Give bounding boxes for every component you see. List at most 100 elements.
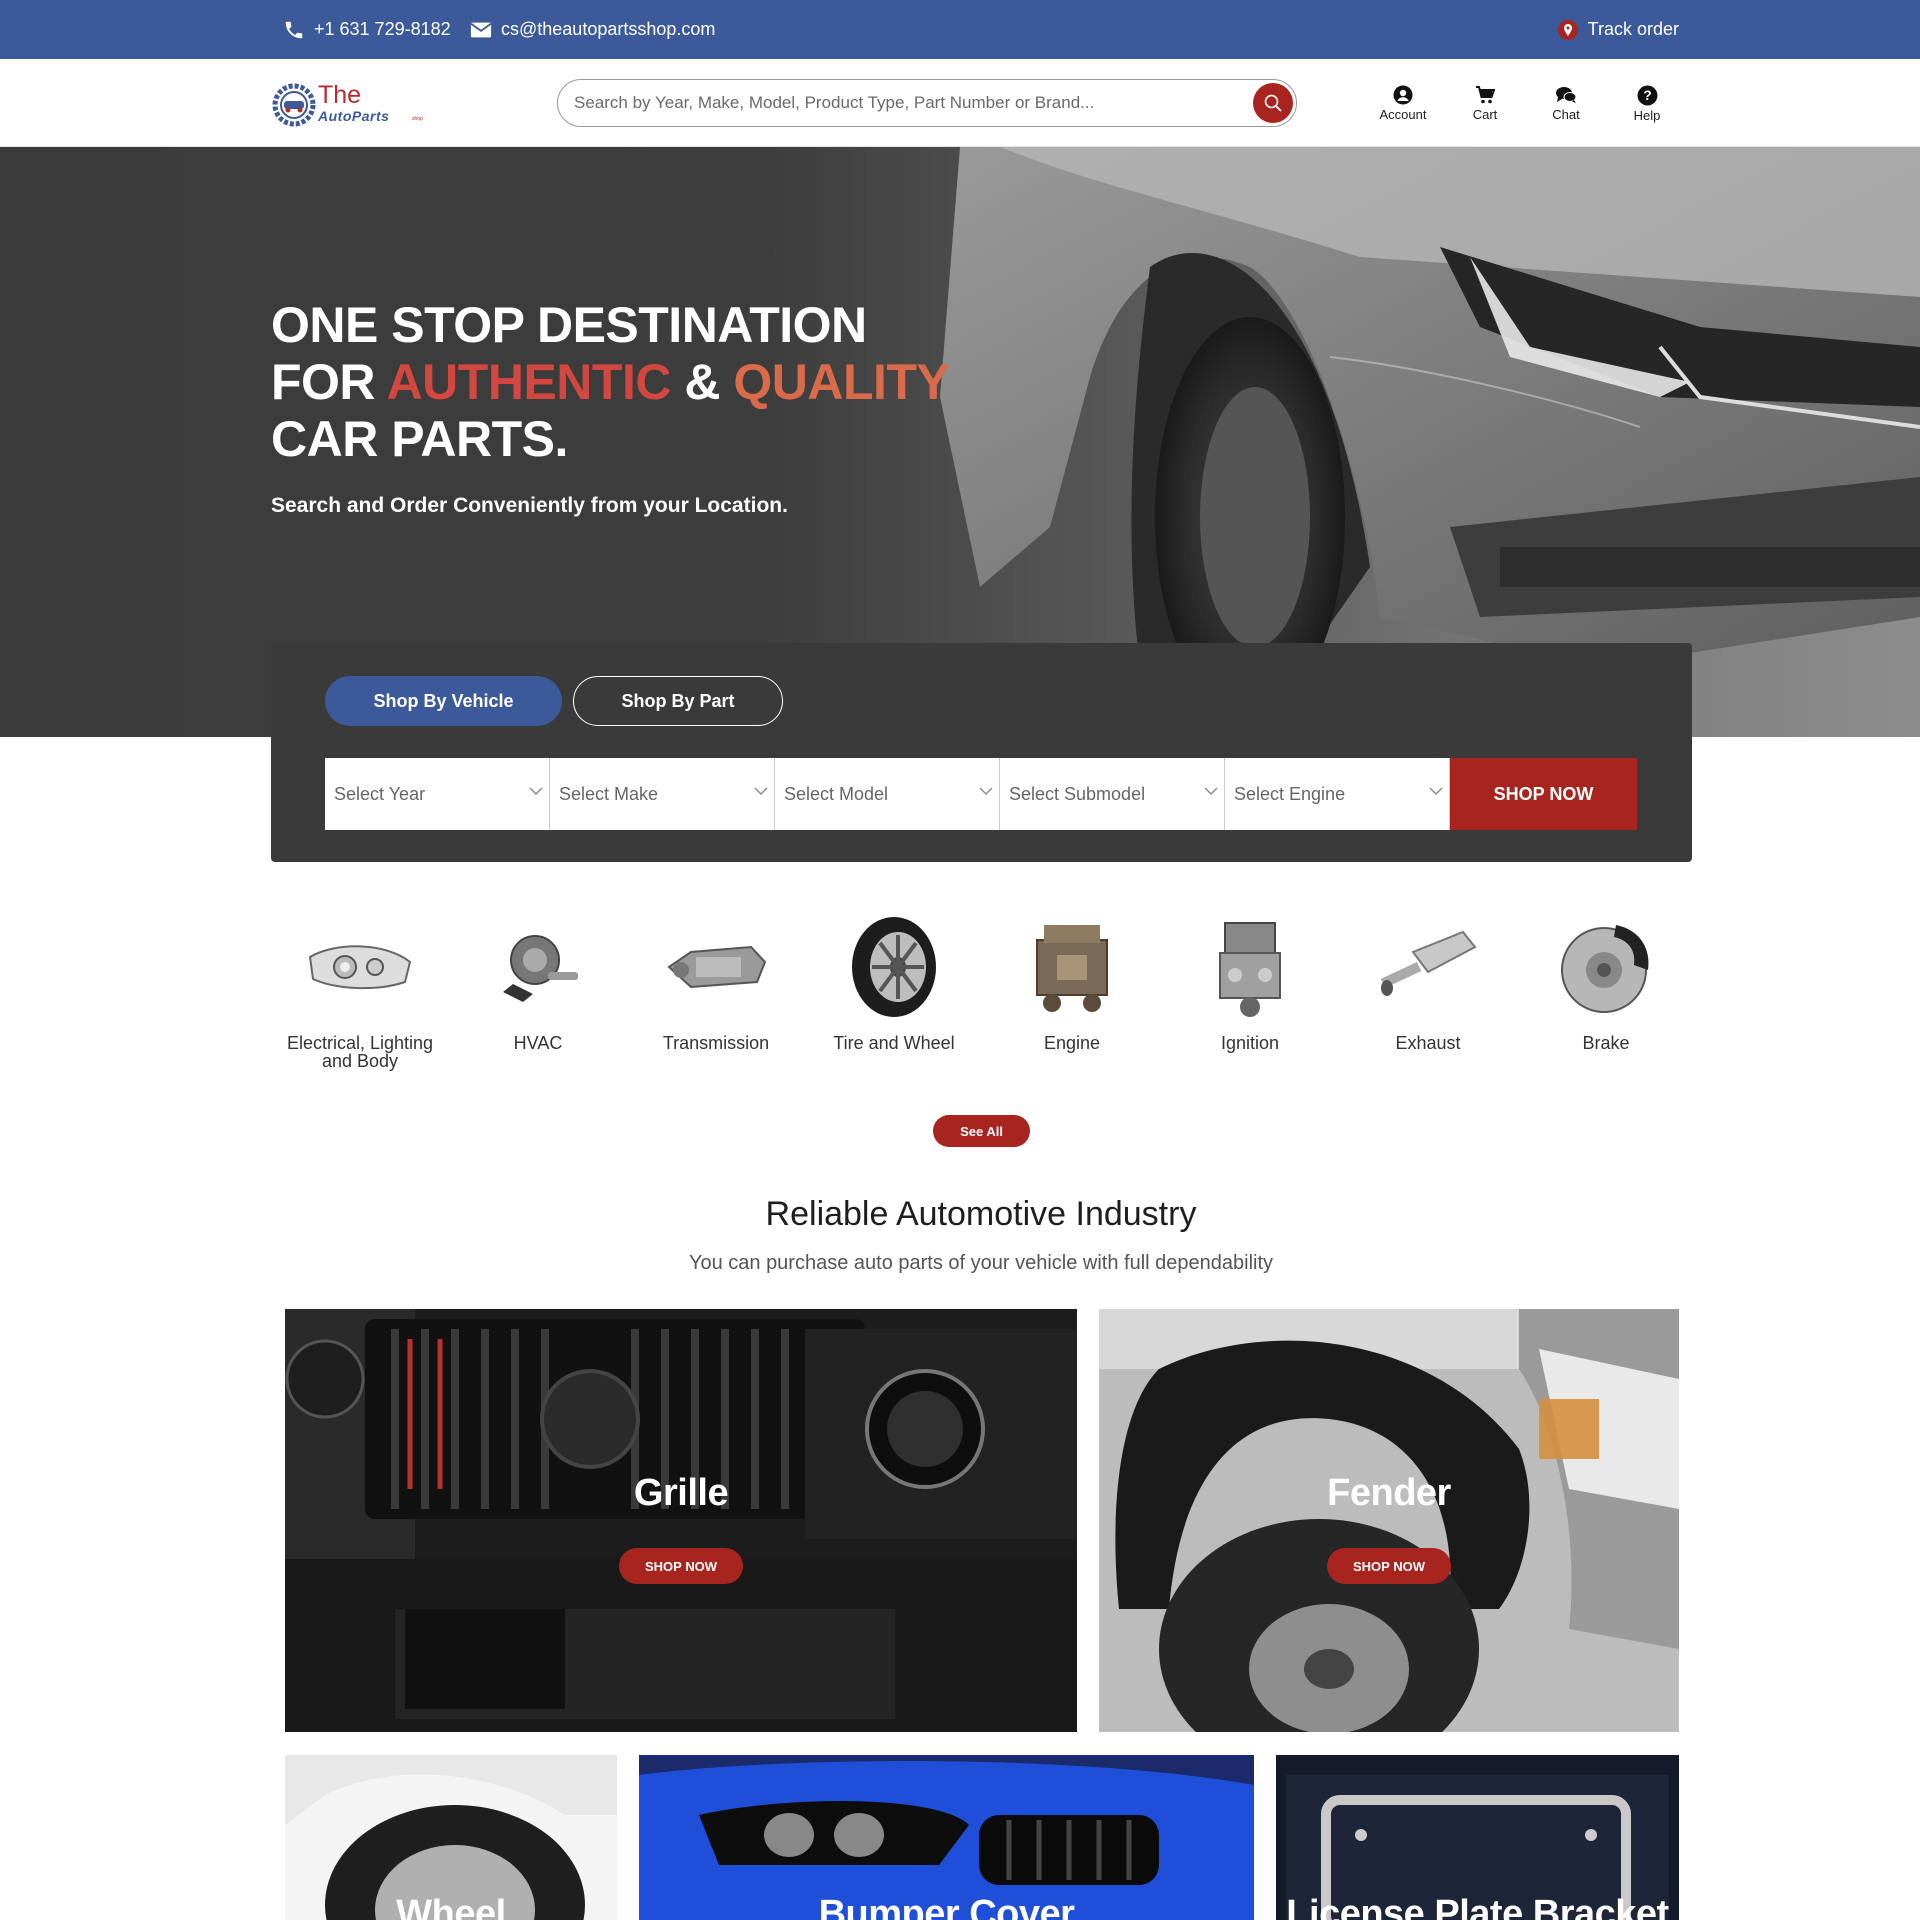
category-tire-wheel[interactable]: Tire and Wheel [805,912,983,1052]
transmission-icon [667,945,767,989]
category-label: Brake [1582,1033,1630,1053]
hero-subtitle: Search and Order Conveniently from your … [271,494,788,517]
chevron-down-icon [979,787,993,795]
shop-now-button[interactable]: SHOP NOW [1450,758,1637,830]
vehicle-select-row: Select Year Select Make Select Model Sel… [325,758,1637,830]
category-label: HVAC [513,1033,563,1053]
hero-authentic: AUTHENTIC [386,354,672,410]
hero-ampersand: & [670,354,734,410]
email-link[interactable]: cs@theautopartsshop.com [470,0,715,59]
tab-shop-by-part[interactable]: Shop By Part [573,676,783,726]
select-engine-label: Select Engine [1234,783,1346,804]
email-address: cs@theautopartsshop.com [501,19,716,39]
help-icon: ? [1637,85,1657,106]
chat-icon [1556,87,1577,103]
phone-number: +1 631 729-8182 [314,19,451,39]
select-model-label: Select Model [784,783,889,804]
chevron-down-icon [1429,787,1443,795]
hero-quality: QUALITY [733,354,950,410]
select-make[interactable]: Select Make [550,758,775,830]
search-bar [557,79,1297,127]
tile-title: License Plate Bracket [1286,1893,1669,1920]
tile-bumper-cover[interactable]: Bumper Cover [639,1755,1254,1920]
select-year[interactable]: Select Year [325,758,550,830]
tire-icon [852,916,936,1017]
phone-link[interactable]: +1 631 729-8182 [283,0,451,59]
location-pin-icon [1557,19,1578,40]
select-make-label: Select Make [559,783,659,804]
tile-title: Bumper Cover [818,1893,1075,1920]
chat-button[interactable]: Chat [1531,85,1601,122]
logo-text-shop: shop [412,116,423,122]
tile-grille[interactable]: Grille SHOP NOW [285,1309,1077,1732]
category-hvac[interactable]: HVAC [449,912,627,1052]
track-order-link[interactable]: Track order [1557,0,1679,59]
account-button[interactable]: Account [1368,85,1438,122]
chevron-down-icon [754,787,768,795]
hvac-valve-icon [503,935,578,1002]
category-electrical[interactable]: Electrical, Lighting and Body [271,912,449,1070]
fender-image [1099,1309,1679,1732]
category-row: Electrical, Lighting and Body HVAC Trans… [271,912,1692,1072]
ignition-icon [1219,921,1281,1017]
chat-label: Chat [1552,107,1580,122]
account-label: Account [1379,107,1427,122]
category-label: Transmission [662,1033,770,1053]
brake-disc-icon [1561,924,1649,1013]
tile-wheel[interactable]: Wheel [285,1755,617,1920]
select-submodel[interactable]: Select Submodel [1000,758,1225,830]
category-label: Engine [1043,1033,1101,1053]
header-icon-group: Account Cart Chat ? Help [1368,85,1668,125]
top-bar: +1 631 729-8182 cs@theautopartsshop.com … [0,0,1920,59]
category-engine[interactable]: Engine [983,912,1161,1052]
mail-icon [470,22,492,37]
select-submodel-label: Select Submodel [1009,783,1146,804]
site-header: The AutoParts shop Account Cart Chat ? H… [0,59,1920,147]
category-ignition[interactable]: Ignition [1161,912,1339,1052]
cart-label: Cart [1472,107,1498,122]
logo-text-the: The [318,81,362,109]
hero-headline: ONE STOP DESTINATION FOR AUTHENTIC & QUA… [271,297,950,468]
hero-for: FOR [271,354,387,410]
grille-image [285,1309,1077,1732]
hero-line-2: FOR AUTHENTIC & QUALITY [271,354,950,411]
muffler-icon [1380,930,1477,996]
tile-license-plate-bracket[interactable]: License Plate Bracket [1276,1755,1679,1920]
section-title: Reliable Automotive Industry [765,1195,1197,1233]
chevron-down-icon [1204,787,1218,795]
cart-icon [1476,86,1495,104]
category-transmission[interactable]: Transmission [627,912,805,1052]
chevron-down-icon [529,787,543,795]
see-all-button[interactable]: See All [933,1115,1030,1147]
vehicle-finder-panel: Shop By Vehicle Shop By Part Select Year… [271,643,1692,862]
hero-line-1: ONE STOP DESTINATION [271,297,867,353]
grille-shop-now-button[interactable]: SHOP NOW [619,1548,743,1584]
search-input[interactable] [574,80,1234,126]
tab-shop-by-vehicle[interactable]: Shop By Vehicle [325,676,562,726]
svg-text:?: ? [1643,88,1651,103]
help-label: Help [1633,108,1661,123]
engine-icon [1036,924,1108,1012]
hero-line-3: CAR PARTS. [271,411,568,467]
tile-title: Wheel [396,1893,506,1920]
search-button[interactable] [1253,83,1293,123]
help-button[interactable]: ? Help [1612,85,1682,123]
hero-text-block: ONE STOP DESTINATION FOR AUTHENTIC & QUA… [271,297,950,518]
logo-text-autoparts: AutoParts [318,108,390,124]
category-exhaust[interactable]: Exhaust [1339,912,1517,1052]
site-logo[interactable]: The AutoParts shop [272,81,432,127]
select-engine[interactable]: Select Engine [1225,758,1450,830]
fender-shop-now-button[interactable]: SHOP NOW [1327,1548,1451,1584]
category-label: Tire and Wheel [833,1033,955,1053]
cart-button[interactable]: Cart [1450,85,1520,122]
category-brake[interactable]: Brake [1517,912,1695,1052]
category-label: Exhaust [1395,1033,1461,1053]
tile-fender[interactable]: Fender SHOP NOW [1099,1309,1679,1732]
category-label: Electrical, Lighting and Body [286,1033,434,1071]
select-year-label: Select Year [334,783,426,804]
section-subtitle: You can purchase auto parts of your vehi… [688,1252,1274,1274]
phone-icon [285,21,303,38]
search-icon [1264,94,1282,112]
headlight-icon [308,945,412,990]
select-model[interactable]: Select Model [775,758,1000,830]
